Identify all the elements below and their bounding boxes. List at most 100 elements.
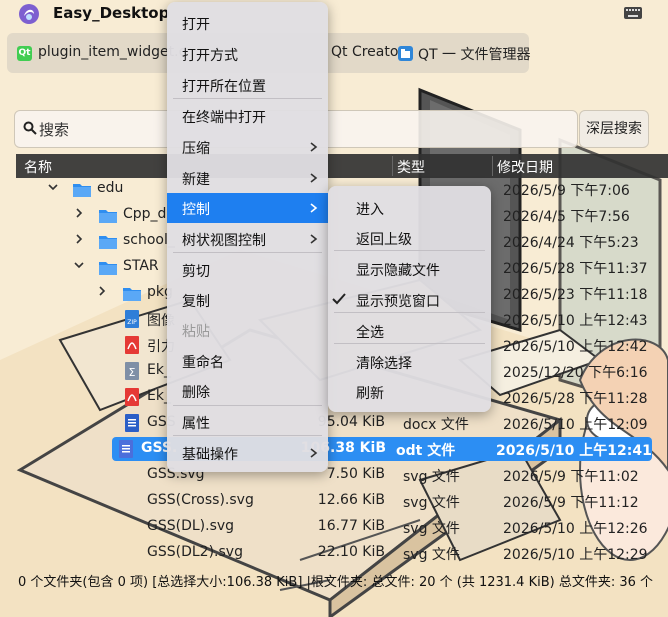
column-name[interactable]: 名称: [24, 157, 52, 177]
svg-icon: [128, 465, 148, 485]
file-name: GSS(DL2).svg: [147, 544, 243, 560]
submenu-item-show-preview-window[interactable]: 显示预览窗口: [328, 285, 491, 315]
file-date: 2026/5/10 上午12:43: [503, 313, 648, 329]
file-date: 2026/5/28 下午11:37: [503, 261, 648, 277]
chevron-right-icon[interactable]: [74, 234, 84, 244]
menu-item-new[interactable]: 新建: [167, 163, 328, 193]
menu-item-control[interactable]: 控制: [167, 193, 328, 223]
folder-icon: [72, 179, 92, 199]
table-row[interactable]: GSS.svg 7.50 KiB svg 文件 2026/5/9 下午11:02: [0, 462, 668, 488]
menu-item-label: 刷新: [356, 386, 384, 402]
file-date: 2026/4/5 下午7:56: [503, 209, 630, 225]
menu-item-open[interactable]: 打开: [167, 8, 328, 38]
file-date: 2026/5/9 下午7:06: [503, 183, 630, 199]
table-row[interactable]: GSS(Cross).svg 12.66 KiB svg 文件 2026/5/9 下午…: [0, 488, 668, 514]
menu-item-open-in-terminal[interactable]: 在终端中打开: [167, 101, 328, 131]
title-bar: Easy_Desktop: [0, 0, 668, 28]
chevron-right-icon: [310, 234, 318, 244]
menu-item-open-location[interactable]: 打开所在位置: [167, 70, 328, 100]
submenu-item-select-all[interactable]: 全选: [328, 316, 491, 346]
file-date: 2026/5/28 下午11:28: [503, 391, 648, 407]
docx-icon: [122, 413, 142, 433]
file-type: docx 文件: [403, 417, 469, 433]
menu-item-label: 基础操作: [182, 447, 238, 463]
file-name: GSS(Cross).svg: [147, 492, 254, 508]
file-size: 22.10 KiB: [317, 544, 385, 560]
deep-search-button[interactable]: 深层搜索: [579, 110, 649, 148]
menu-item-label: 显示隐藏文件: [356, 263, 440, 279]
keyboard-icon[interactable]: [623, 5, 643, 21]
menu-item-basic-operations[interactable]: 基础操作: [167, 438, 328, 468]
chevron-down-icon[interactable]: [48, 182, 58, 192]
submenu-item-refresh[interactable]: 刷新: [328, 377, 491, 407]
menu-item-cut[interactable]: 剪切: [167, 255, 328, 285]
menu-item-tree-view-control[interactable]: 树状视图控制: [167, 224, 328, 254]
submenu-item-enter[interactable]: 进入: [328, 193, 491, 223]
file-type: svg 文件: [403, 521, 460, 537]
chevron-right-icon[interactable]: [97, 286, 107, 296]
file-date: 2026/5/9 下午11:12: [503, 495, 639, 511]
column-divider[interactable]: [392, 156, 393, 176]
table-row[interactable]: GSS(DL2).svg 22.10 KiB svg 文件 2026/5/10 上午1…: [0, 540, 668, 566]
menu-item-label: 压缩: [182, 141, 210, 157]
menu-item-label: 打开: [182, 17, 210, 33]
chevron-right-icon: [310, 203, 318, 213]
table-row[interactable]: GSS(DL).svg 16.77 KiB svg 文件 2026/5/10 上午12…: [0, 514, 668, 540]
file-name: Cpp_d: [123, 206, 167, 222]
file-type: svg 文件: [403, 547, 460, 563]
menu-item-label: 重命名: [182, 355, 224, 371]
menu-item-label: 清除选择: [356, 356, 412, 372]
folder-icon: [122, 283, 142, 303]
table-row[interactable]: GSS 95.04 KiB docx 文件 2026/5/10 上午12:09: [0, 410, 668, 436]
submenu-item-clear-selection[interactable]: 清除选择: [328, 347, 491, 377]
svg-text:ZIP: ZIP: [127, 319, 137, 326]
menu-item-compress[interactable]: 压缩: [167, 132, 328, 162]
menu-item-properties[interactable]: 属性: [167, 407, 328, 437]
file-size: 12.66 KiB: [317, 492, 385, 508]
column-type[interactable]: 类型: [397, 157, 425, 177]
svg-icon: [128, 543, 148, 563]
submenu-item-go-up[interactable]: 返回上级: [328, 223, 491, 253]
status-text: 0 个文件夹(包含 0 项) [总选择大小:106.38 KiB] |根文件夹:…: [18, 575, 654, 590]
file-name: STAR: [123, 258, 159, 274]
file-size: 16.77 KiB: [317, 518, 385, 534]
file-date: 2026/5/10 上午12:29: [503, 547, 648, 563]
menu-item-label: 返回上级: [356, 232, 412, 248]
folder-icon: [98, 257, 118, 277]
chevron-right-icon: [310, 173, 318, 183]
app-logo-icon: [19, 4, 39, 24]
menu-item-label: 打开方式: [182, 48, 238, 64]
file-date: 2025/12/20 下午6:16: [503, 365, 648, 381]
menu-item-label: 显示预览窗口: [356, 294, 440, 310]
column-header: 名称 类型 修改日期: [16, 154, 668, 178]
svg-icon: [128, 491, 148, 511]
quick-item-label: plugin_item_widget.c: [38, 44, 187, 60]
checkmark-icon: [332, 293, 346, 305]
file-manager-icon: [398, 46, 413, 61]
chevron-right-icon[interactable]: [74, 208, 84, 218]
menu-item-label: 剪切: [182, 264, 210, 280]
chevron-right-icon: [310, 142, 318, 152]
menu-item-open-with[interactable]: 打开方式: [167, 39, 328, 69]
zip-icon: ZIP: [122, 309, 142, 329]
chevron-down-icon[interactable]: [74, 260, 84, 270]
quick-item-label: Qt Creator: [331, 44, 405, 60]
pdf-icon: [122, 387, 142, 407]
sigma-icon: Σ: [122, 361, 142, 381]
menu-item-label: 在终端中打开: [182, 110, 266, 126]
odt-icon: [116, 439, 136, 459]
submenu-item-show-hidden-files[interactable]: 显示隐藏文件: [328, 254, 491, 284]
menu-item-copy[interactable]: 复制: [167, 285, 328, 315]
file-date: 2026/5/9 下午11:02: [503, 469, 639, 485]
chevron-right-icon: [310, 448, 318, 458]
menu-item-label: 删除: [182, 385, 210, 401]
folder-icon: [98, 231, 118, 251]
svg-icon: [128, 517, 148, 537]
table-row-selected[interactable]: GSS. 106.38 KiB odt 文件 2026/5/10 上午12:41: [0, 436, 668, 462]
file-date: 2026/4/24 下午5:23: [503, 235, 639, 251]
column-divider[interactable]: [492, 156, 493, 176]
menu-item-rename[interactable]: 重命名: [167, 346, 328, 376]
file-date: 2026/5/10 上午12:26: [503, 521, 648, 537]
menu-item-delete[interactable]: 删除: [167, 376, 328, 406]
column-modified[interactable]: 修改日期: [497, 157, 553, 177]
